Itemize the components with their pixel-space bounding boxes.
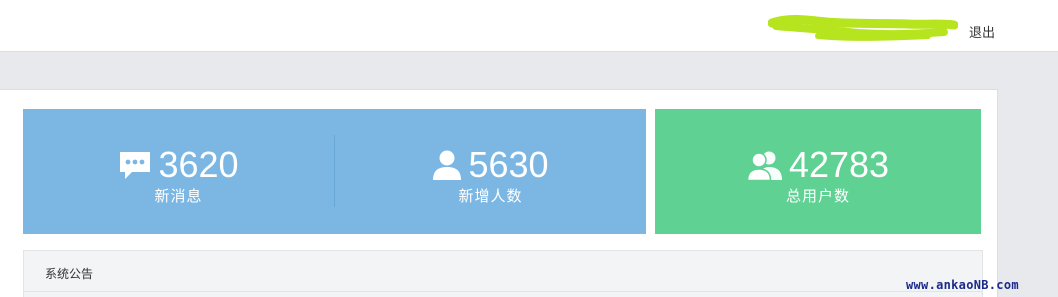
site-watermark: www.ankaoNB.com <box>906 278 1019 292</box>
notice-title: 系统公告 <box>45 267 94 281</box>
stat-new-users[interactable]: 5630 新增人数 <box>335 109 646 234</box>
user-icon <box>432 149 462 181</box>
logout-link[interactable]: 退出 <box>969 22 995 41</box>
stats-panel-blue: 3620 新消息 5630 新增人数 <box>23 109 646 234</box>
chat-bubble-icon <box>118 150 152 180</box>
stat-label: 新增人数 <box>458 187 523 205</box>
stat-value: 42783 <box>788 144 890 185</box>
stat-label: 新消息 <box>154 187 203 205</box>
stat-value: 3620 <box>158 144 239 185</box>
stat-new-messages[interactable]: 3620 新消息 <box>23 109 334 234</box>
top-bar: 退出 <box>0 0 1058 52</box>
stat-label: 总用户数 <box>785 187 850 205</box>
stats-panel-green: 42783 总用户数 <box>655 109 981 234</box>
stat-value: 5630 <box>468 144 549 185</box>
username-redaction-scribble <box>768 15 958 41</box>
users-icon <box>746 149 783 181</box>
system-notice-panel: 系统公告 <box>23 250 983 297</box>
stat-total-users[interactable]: 42783 总用户数 <box>655 109 981 234</box>
divider <box>24 291 982 292</box>
